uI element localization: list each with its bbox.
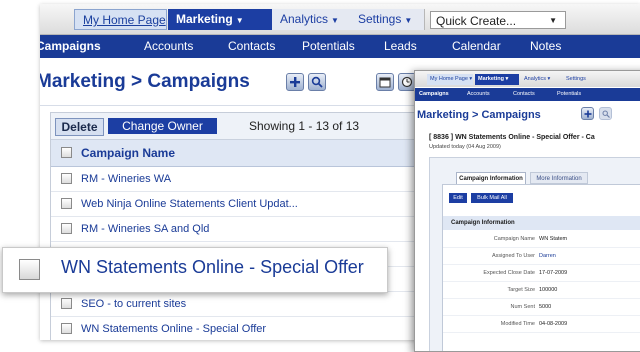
detail-top-menu-bar: My Home Page ▾ Marketing ▾ Analytics ▾ S… [415,71,640,87]
field-label: Assigned To User [491,253,535,259]
search-icon [311,76,323,88]
bulk-mail-all-button[interactable]: Bulk Mail All [471,193,513,203]
field-row: Modified Time 04-08-2009 [443,316,640,333]
magnified-campaign-name: WN Statements Online - Special Offer [61,257,364,277]
edit-button[interactable]: Edit [449,193,467,203]
module-subnav: Campaigns Accounts Contacts Potentials L… [40,35,640,58]
row-checkbox[interactable] [61,223,72,234]
select-all-checkbox[interactable] [61,147,72,158]
row-checkbox[interactable] [61,323,72,334]
field-value: 100000 [539,287,558,293]
caret-down-icon: ▼ [549,16,557,25]
row-checkbox[interactable] [61,173,72,184]
field-row: Target Size 100000 [443,282,640,299]
record-title: [ 8836 ] WN Statements Online - Special … [429,134,595,141]
plus-icon [290,77,300,87]
search-icon [602,110,610,118]
plus-icon [584,110,592,118]
caret-down-icon: ▼ [331,16,339,25]
field-value: 5000 [539,304,552,310]
field-label: Target Size [507,287,535,293]
subnav-campaigns[interactable]: Campaigns [40,35,101,58]
tab-label: Marketing [176,12,233,26]
tab-label: Settings [358,12,402,26]
search-button[interactable] [308,73,326,91]
field-row: Num Sent 5000 [443,299,640,316]
field-label: Num Sent [510,304,535,310]
tab-label: My Home Page [83,13,166,27]
field-row: Campaign Name WN Statem [443,231,640,248]
tab-marketing[interactable]: Marketing ▾ [475,74,519,85]
calendar-icon [379,77,391,88]
tab-more-information[interactable]: More Information [530,172,588,184]
subnav-contacts[interactable]: Contacts [228,35,275,58]
field-row: Expected Close Date 17-07-2009 [443,265,640,282]
field-value[interactable]: Darren [539,248,556,264]
campaign-name-link[interactable]: RM - Wineries SA and Qld [81,217,209,241]
magnified-checkbox [19,259,40,280]
page-title: Marketing > Campaigns [40,71,250,92]
add-button[interactable] [581,107,594,120]
campaign-info-card: Edit Bulk Mail All Campaign Information … [442,184,640,351]
tab-campaign-information[interactable]: Campaign Information [456,172,526,184]
tab-my-home-page[interactable]: My Home Page ▾ [427,74,473,85]
subnav-campaigns[interactable]: Campaigns [419,88,449,101]
field-value: 04-08-2009 [539,321,568,327]
subnav-accounts[interactable]: Accounts [144,35,193,58]
tab-settings[interactable]: Settings ▼ [350,9,425,30]
caret-down-icon: ▼ [235,16,244,25]
subnav-contacts[interactable]: Contacts [513,88,535,101]
tab-analytics[interactable]: Analytics ▾ [521,74,561,85]
campaign-name-link[interactable]: Web Ninja Online Statements Client Updat… [81,192,298,216]
tab-label: Analytics [524,76,547,82]
campaign-name-link[interactable]: RM - Wineries WA [81,167,171,191]
column-campaign-name[interactable]: Campaign Name [81,140,175,166]
subnav-leads[interactable]: Leads [384,35,417,58]
calendar-button[interactable] [376,73,394,91]
top-menu-bar: My Home Page▼ Marketing▼ Analytics▼ Sett… [40,4,640,35]
quick-create-value: Quick Create... [436,14,517,28]
tab-label: Marketing [478,76,504,82]
clock-icon [401,76,413,88]
tab-marketing[interactable]: Marketing ▼ [168,9,272,30]
campaign-name-link[interactable]: SEO - to current sites [81,292,186,316]
updated-timestamp: Updated today (04 Aug 2009) [429,144,501,150]
subnav-accounts[interactable]: Accounts [467,88,490,101]
tab-my-home-page[interactable]: My Home Page▼ [74,9,177,30]
subnav-potentials[interactable]: Potentials [557,88,581,101]
detail-subnav: Campaigns Accounts Contacts Potentials [415,88,640,101]
tab-label: Analytics [280,12,329,26]
detail-panel: Campaign Information More Information Ed… [429,157,640,351]
field-label: Expected Close Date [483,270,535,276]
subnav-calendar[interactable]: Calendar [452,35,501,58]
tab-settings[interactable]: Settings [563,74,603,85]
quick-create-select[interactable]: Quick Create... ▼ [430,11,566,29]
section-title: Campaign Information [443,216,640,230]
change-owner-button[interactable]: Change Owner [108,118,217,134]
magnified-row-callout: WN Statements Online - Special Offer [2,247,388,293]
row-checkbox[interactable] [61,198,72,209]
field-label: Modified Time [500,321,535,327]
add-button[interactable] [286,73,304,91]
search-button[interactable] [599,107,612,120]
subnav-potentials[interactable]: Potentials [302,35,355,58]
subnav-notes[interactable]: Notes [530,35,561,58]
tab-analytics[interactable]: Analytics ▼ [272,9,350,30]
field-label: Campaign Name [493,236,535,242]
campaign-detail-window: My Home Page ▾ Marketing ▾ Analytics ▾ S… [414,70,640,352]
campaign-name-link[interactable]: WN Statements Online - Special Offer [81,317,266,340]
field-value: WN Statem [539,236,568,242]
delete-button[interactable]: Delete [55,118,104,136]
page-title: Marketing > Campaigns [417,109,541,121]
tab-label: Settings [566,76,586,82]
record-count: Showing 1 - 13 of 13 [249,119,360,133]
row-checkbox[interactable] [61,298,72,309]
field-row: Assigned To User Darren [443,248,640,265]
field-value: 17-07-2009 [539,270,568,276]
caret-down-icon: ▼ [404,16,413,25]
tab-label: My Home Page [430,76,468,82]
